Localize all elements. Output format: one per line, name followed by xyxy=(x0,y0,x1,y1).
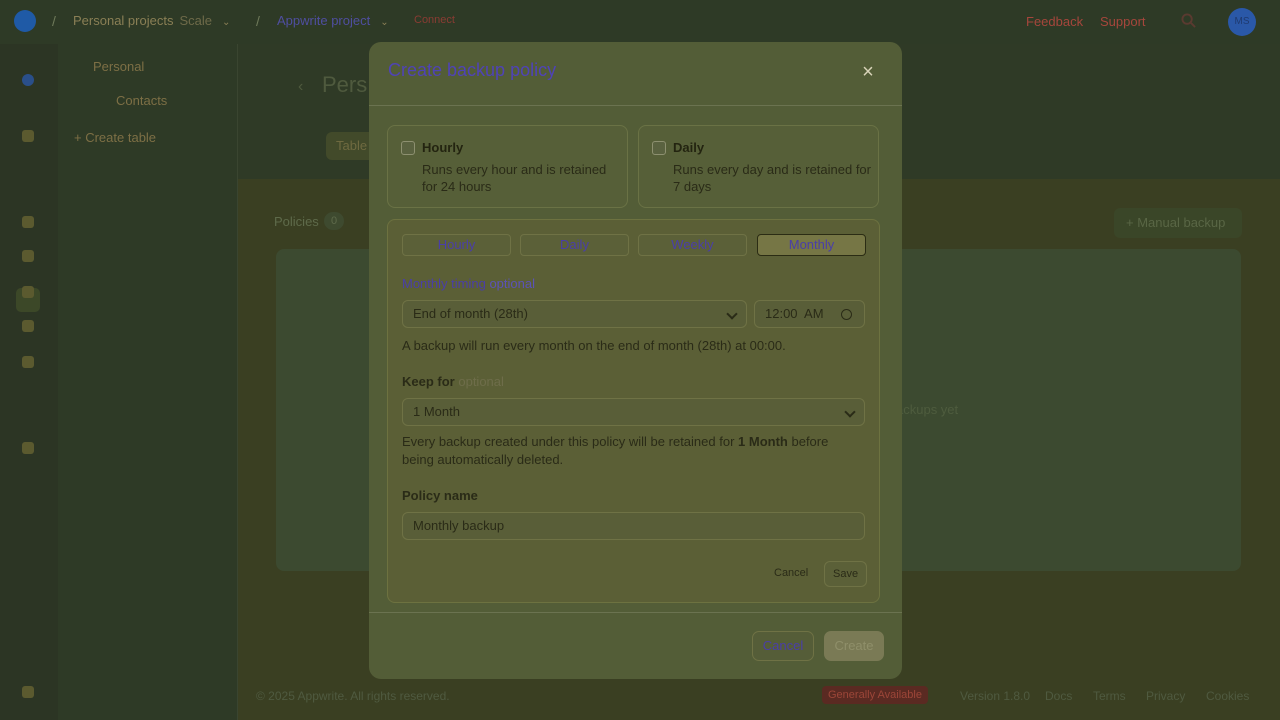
manual-backup-label: Manual backup xyxy=(1137,215,1226,230)
policy-name-label: Policy name xyxy=(402,488,478,503)
modal-title: Create backup policy xyxy=(388,60,557,80)
project-breadcrumb[interactable]: Appwrite project ⌄ xyxy=(277,13,389,28)
org-breadcrumb[interactable]: Personal projects Scale ⌄ xyxy=(73,13,230,28)
create-button[interactable]: Create xyxy=(824,631,884,661)
hourly-option-description: Runs every hour and is retained for 24 h… xyxy=(422,162,607,194)
monthly-timing-label-text: Monthly timing xyxy=(402,276,486,291)
modal-footer: Cancel Create xyxy=(369,612,902,679)
cancel-button[interactable]: Cancel xyxy=(752,631,814,661)
segment-hourly[interactable]: Hourly xyxy=(402,234,511,256)
auth-icon[interactable] xyxy=(22,216,34,228)
monthly-timing-value: End of month (28th) xyxy=(413,306,528,321)
monthly-timing-label: Monthly timing optional xyxy=(402,276,535,291)
messaging-icon[interactable] xyxy=(22,320,34,332)
hourly-option-title: Hourly xyxy=(422,140,464,155)
footer-link-docs[interactable]: Docs xyxy=(1045,689,1072,703)
daily-option-title: Daily xyxy=(673,140,705,155)
storage-icon[interactable] xyxy=(22,356,34,368)
keep-for-select[interactable]: 1 Month xyxy=(402,398,865,426)
clock-icon xyxy=(841,309,852,320)
footer-link-terms[interactable]: Terms xyxy=(1093,689,1126,703)
overview-icon[interactable] xyxy=(22,74,34,86)
daily-checkbox[interactable] xyxy=(652,141,666,155)
policy-name-input[interactable]: Monthly backup xyxy=(402,512,865,540)
empty-state-text: ackups yet xyxy=(896,402,959,417)
retention-help-text: Every backup created under this policy w… xyxy=(402,433,852,469)
create-backup-policy-modal: Create backup policy × Hourly Runs every… xyxy=(369,42,902,679)
chevron-down-icon xyxy=(726,308,738,320)
keep-for-label: Keep for optional xyxy=(402,374,504,389)
avatar[interactable]: MS xyxy=(1228,8,1256,36)
retention-help-duration: 1 Month xyxy=(738,434,788,449)
org-name: Personal projects xyxy=(73,13,174,28)
databases-icon[interactable] xyxy=(22,250,34,262)
panel-cancel-button[interactable]: Cancel xyxy=(774,561,808,587)
project-name: Appwrite project xyxy=(277,13,371,28)
connect-button[interactable]: Connect xyxy=(414,14,455,26)
breadcrumb-separator: / xyxy=(52,13,56,29)
sidebar-item-contacts[interactable]: Contacts xyxy=(116,93,167,108)
chevron-down-icon: ⌄ xyxy=(380,17,389,28)
settings-icon[interactable] xyxy=(22,442,34,454)
hourly-option-card[interactable]: Hourly Runs every hour and is retained f… xyxy=(387,125,628,208)
footer-link-privacy[interactable]: Privacy xyxy=(1146,689,1185,703)
daily-option-card[interactable]: Daily Runs every day and is retained for… xyxy=(638,125,879,208)
close-icon[interactable]: × xyxy=(858,62,878,82)
search-icon[interactable] xyxy=(1181,13,1196,28)
panel-save-button[interactable]: Save xyxy=(824,561,868,587)
modal-header: Create backup policy × xyxy=(369,42,902,106)
hourly-checkbox[interactable] xyxy=(401,141,415,155)
page-title: Pers xyxy=(322,72,368,97)
collapse-icon[interactable] xyxy=(22,686,34,698)
support-link[interactable]: Support xyxy=(1100,14,1146,29)
chevron-down-icon xyxy=(844,406,856,418)
time-input[interactable]: 12:00 AM xyxy=(754,300,865,328)
segment-daily[interactable]: Daily xyxy=(520,234,629,256)
footer-version: Version 1.8.0 xyxy=(960,689,1031,703)
plan-badge: Scale xyxy=(179,13,212,28)
home-icon[interactable] xyxy=(22,130,34,142)
time-value: 12:00 AM xyxy=(765,306,824,321)
footer-copyright: © 2025 Appwrite. All rights reserved. xyxy=(256,689,450,703)
keep-for-value: 1 Month xyxy=(413,404,460,419)
database-sidebar: Personal Contacts + Create table xyxy=(58,44,238,720)
manual-backup-button[interactable]: + Manual backup xyxy=(1114,208,1242,238)
nav-rail xyxy=(0,44,58,720)
breadcrumb-separator: / xyxy=(256,13,260,29)
sidebar-item-personal[interactable]: Personal xyxy=(93,59,144,74)
create-table-label: Create table xyxy=(85,130,157,145)
custom-policy-panel: Hourly Daily Weekly Monthly Monthly timi… xyxy=(387,219,880,603)
segment-monthly[interactable]: Monthly xyxy=(757,234,866,256)
status-badge: Generally Available xyxy=(822,686,928,704)
create-table-button[interactable]: + Create table xyxy=(74,130,156,145)
daily-option-description: Runs every day and is retained for 7 day… xyxy=(673,162,871,194)
retention-help-pre: Every backup created under this policy w… xyxy=(402,434,735,449)
policies-count-badge: 0 xyxy=(324,212,344,230)
chevron-down-icon: ⌄ xyxy=(221,17,231,28)
segment-weekly[interactable]: Weekly xyxy=(638,234,747,256)
functions-icon[interactable] xyxy=(22,286,34,298)
optional-tag: optional xyxy=(489,276,535,291)
policies-label: Policies xyxy=(274,214,319,229)
timing-help-text: A backup will run every month on the end… xyxy=(402,338,786,353)
back-arrow-icon[interactable]: ‹ xyxy=(298,78,303,96)
policy-name-value: Monthly backup xyxy=(413,518,505,533)
top-bar: / Personal projects Scale ⌄ / Appwrite pro… xyxy=(0,0,1280,44)
feedback-link[interactable]: Feedback xyxy=(1026,14,1083,29)
keep-for-label-text: Keep for xyxy=(402,374,455,389)
footer-link-cookies[interactable]: Cookies xyxy=(1206,689,1249,703)
monthly-timing-select[interactable]: End of month (28th) xyxy=(402,300,747,328)
appwrite-logo-icon[interactable] xyxy=(14,10,36,32)
optional-tag: optional xyxy=(458,374,504,389)
